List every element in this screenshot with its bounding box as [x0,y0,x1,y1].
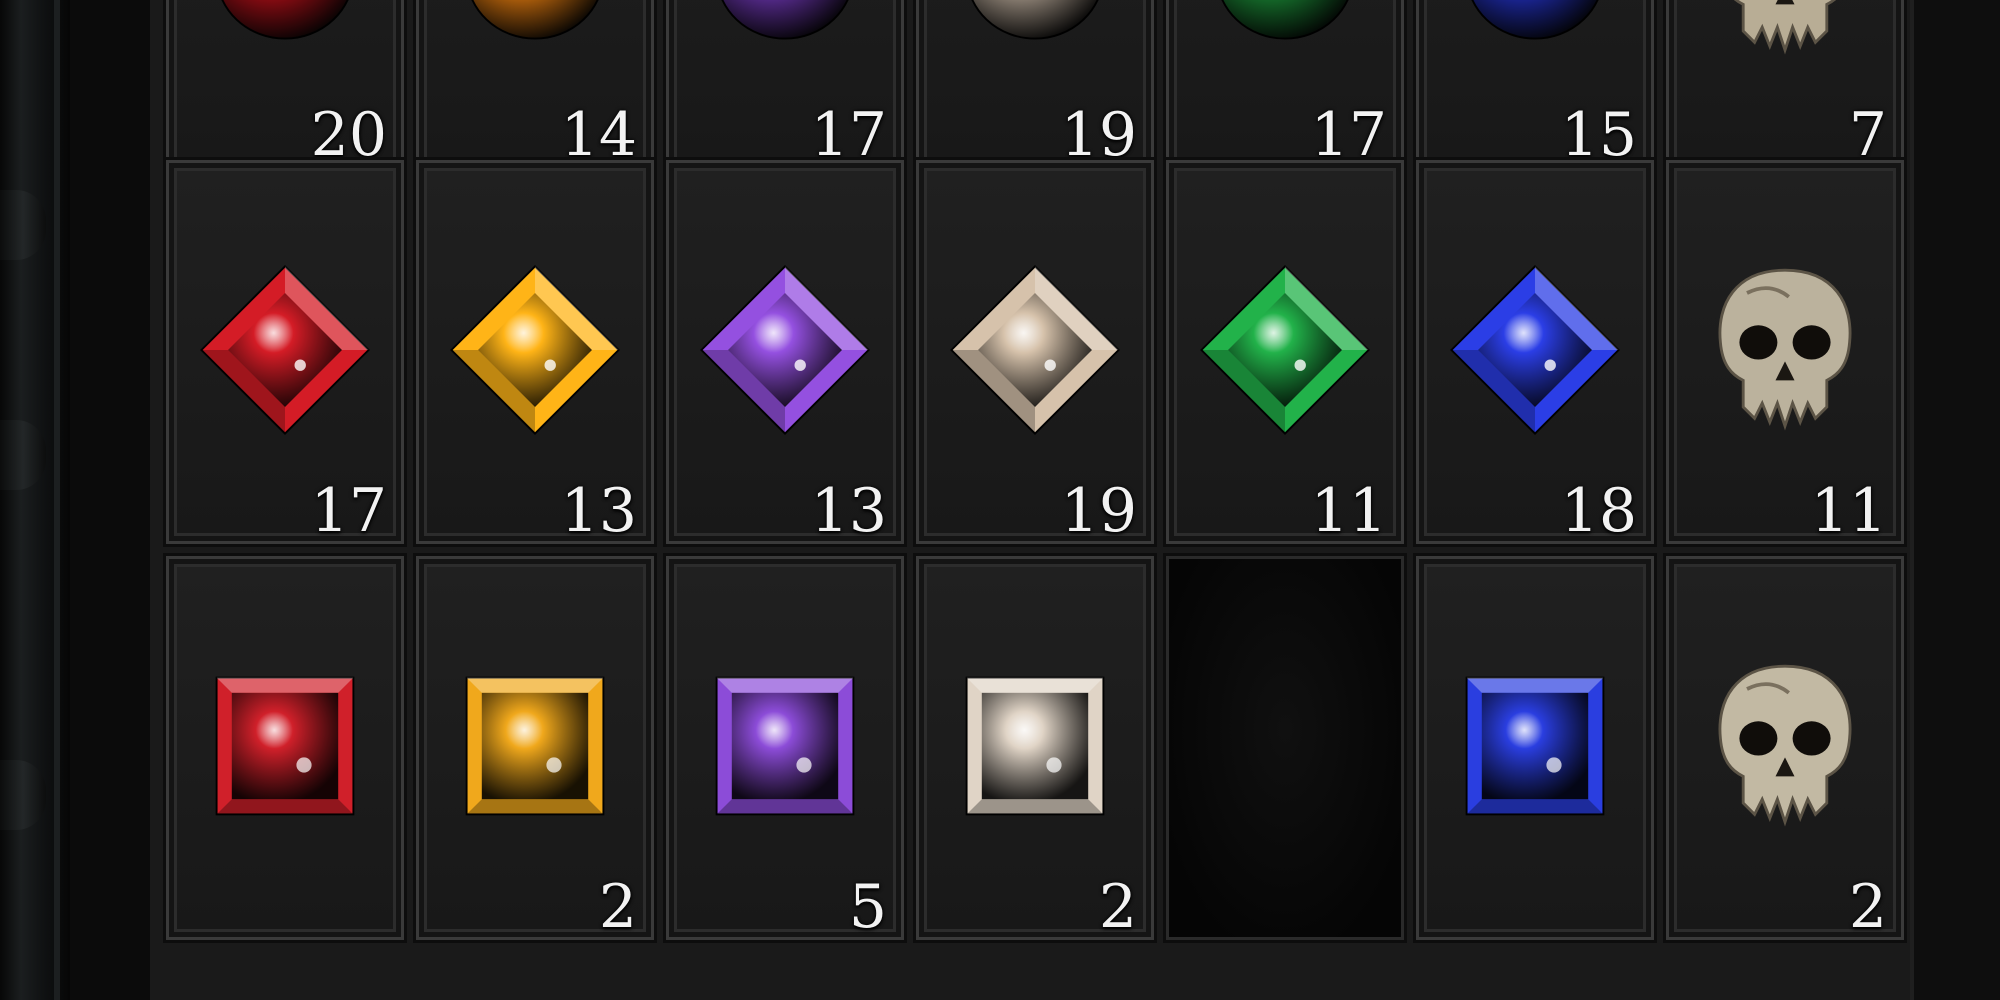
purple-gem-icon [690,255,880,449]
item-count: 2 [598,872,637,942]
item-count: 13 [810,476,887,546]
inventory-slot[interactable]: 2 [416,556,654,940]
white-gem-icon [940,651,1130,845]
inventory-slot[interactable]: 13 [416,160,654,544]
item-count: 17 [310,476,387,546]
item-count: 7 [1848,100,1887,170]
item-count: 11 [1810,476,1887,546]
item-count: 17 [810,100,887,170]
frame-ornament [0,760,46,830]
frame-rail [54,0,60,1000]
blue-gem-icon [1440,651,1630,845]
inventory-slot[interactable]: 11 [1666,160,1904,544]
frame-ornament [0,190,46,260]
item-count: 2 [1098,872,1137,942]
inventory-slot[interactable]: 15 [1416,0,1654,168]
orange-gem-icon [440,651,630,845]
inventory-slot[interactable] [166,556,404,940]
frame-ornament [0,420,46,490]
inventory-slot[interactable]: 2 [916,556,1154,940]
skull-icon [1690,0,1880,73]
inventory-slot[interactable]: 5 [666,556,904,940]
item-count: 13 [560,476,637,546]
inventory-slot[interactable]: 19 [916,160,1154,544]
item-count: 20 [310,100,387,170]
item-count: 19 [1060,100,1137,170]
inventory-slot[interactable]: 17 [166,160,404,544]
blue-gem-icon [1440,255,1630,449]
inventory-slot[interactable]: 20 [166,0,404,168]
red-gem-icon [190,651,380,845]
green-gem-icon [1190,0,1380,73]
item-count: 5 [848,872,887,942]
red-gem-icon [190,0,380,73]
inventory-slot[interactable]: 2 [1666,556,1904,940]
purple-gem-icon [690,651,880,845]
inventory-slot[interactable]: 17 [1166,0,1404,168]
white-gem-icon [940,0,1130,73]
item-count: 18 [1560,476,1637,546]
item-count: 17 [1310,100,1387,170]
left-frame-border [0,0,70,1000]
inventory-slot[interactable]: 19 [916,0,1154,168]
inventory-slot[interactable]: 11 [1166,160,1404,544]
skull-icon [1690,651,1880,845]
inventory-slot[interactable]: 17 [666,0,904,168]
red-gem-icon [190,255,380,449]
orange-gem-icon [440,0,630,73]
skull-icon [1690,255,1880,449]
white-gem-icon [940,255,1130,449]
orange-gem-icon [440,255,630,449]
item-count: 2 [1848,872,1887,942]
item-count: 15 [1560,100,1637,170]
item-count: 11 [1310,476,1387,546]
inventory-slot[interactable]: 18 [1416,160,1654,544]
inventory-slot[interactable] [1416,556,1654,940]
green-gem-icon [1190,255,1380,449]
inventory-slot[interactable]: 14 [416,0,654,168]
blue-gem-icon [1440,0,1630,73]
purple-gem-icon [690,0,880,73]
item-count: 14 [560,100,637,170]
inventory-slot[interactable]: 13 [666,160,904,544]
inventory-slot-empty[interactable] [1166,556,1404,940]
stash-edge [1910,0,2000,1000]
item-count: 19 [1060,476,1137,546]
inventory-slot[interactable]: 7 [1666,0,1904,168]
